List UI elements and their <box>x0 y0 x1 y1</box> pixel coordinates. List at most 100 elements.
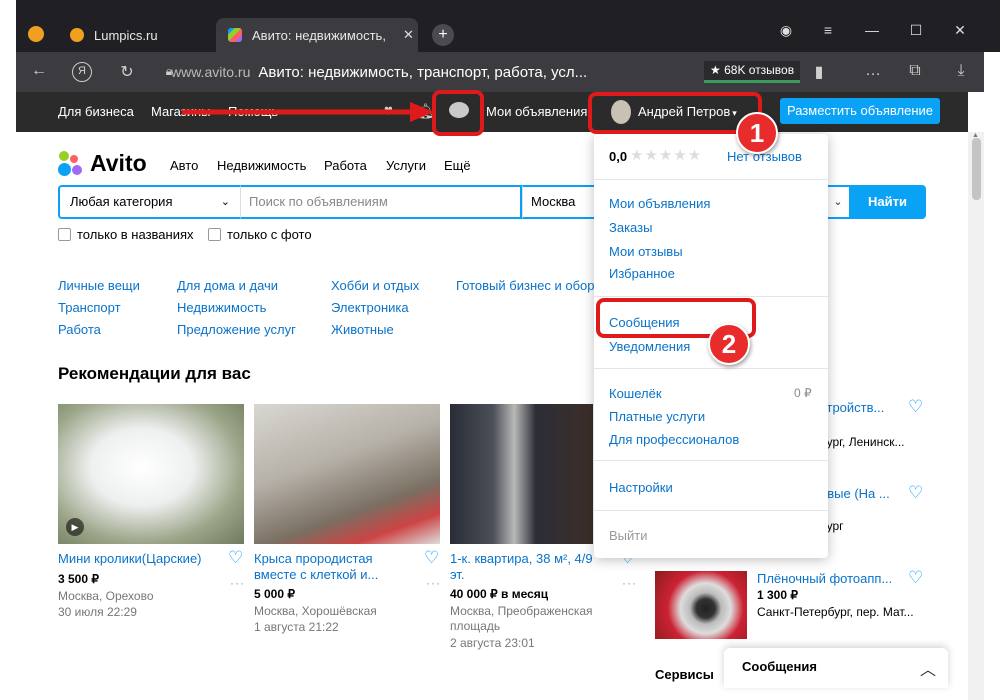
post-ad-button[interactable]: Разместить объявление <box>780 98 940 124</box>
favorite-heart-icon[interactable]: ♡ <box>228 548 243 568</box>
category-link[interactable]: Транспорт <box>58 300 121 315</box>
nav-services[interactable]: Услуги <box>386 158 426 173</box>
favorite-heart-icon[interactable]: ♡ <box>908 483 923 503</box>
messages-panel[interactable]: Сообщения ︿ <box>724 648 948 688</box>
tab-lumpics[interactable]: Lumpics.ru <box>58 18 208 52</box>
divider <box>594 510 828 511</box>
step-badge: 1 <box>736 112 778 154</box>
back-icon[interactable]: ← <box>28 62 50 80</box>
category-link[interactable]: Предложение услуг <box>177 322 296 337</box>
menu-my-ads[interactable]: Мои объявления <box>609 196 710 211</box>
nav-jobs[interactable]: Работа <box>324 158 367 173</box>
favorite-heart-icon[interactable]: ♡ <box>908 568 923 588</box>
card-price: 3 500 ₽ <box>58 572 99 586</box>
close-icon[interactable]: ✕ <box>948 22 972 39</box>
right-item-image-camera[interactable] <box>655 571 747 639</box>
collections-icon[interactable]: ⧉ <box>904 62 926 80</box>
card-image-apartment[interactable] <box>450 404 593 544</box>
messages-icon-highlight <box>432 90 484 136</box>
new-tab-button[interactable]: + <box>432 24 454 46</box>
favorite-heart-icon[interactable]: ♡ <box>424 548 439 568</box>
category-link[interactable]: Животные <box>331 322 394 337</box>
category-link[interactable]: Хобби и отдых <box>331 278 419 293</box>
reload-icon[interactable]: ↻ <box>116 62 138 82</box>
menu-for-professionals[interactable]: Для профессионалов <box>609 432 739 447</box>
right-item-title[interactable]: овые (На ... <box>820 486 890 501</box>
nav-auto[interactable]: Авто <box>170 158 198 173</box>
avito-favicon-icon <box>228 28 242 42</box>
category-link[interactable]: Готовый бизнес и обору <box>456 278 594 293</box>
card-image-rat[interactable] <box>254 404 440 544</box>
chevron-down-icon[interactable]: ⌄ <box>827 185 849 219</box>
card-location: Москва, Преображенская площадь <box>450 604 593 633</box>
card-title[interactable]: Крыса прородистая вместе с клеткой и... <box>254 551 412 583</box>
card-location: Москва, Орехово <box>58 589 154 603</box>
search-input[interactable]: Поиск по объявлениям <box>240 185 522 219</box>
category-link[interactable]: Работа <box>58 322 101 337</box>
tab-close-icon[interactable]: ✕ <box>403 27 414 43</box>
minimize-icon[interactable]: — <box>860 22 884 38</box>
tab-avito[interactable]: Авито: недвижимость, ✕ <box>216 18 418 52</box>
only-photo-checkbox[interactable]: только с фото <box>208 227 312 242</box>
menu-orders[interactable]: Заказы <box>609 220 652 235</box>
menu-notifications[interactable]: Уведомления <box>609 339 690 354</box>
tab-title: Lumpics.ru <box>94 27 158 43</box>
menu-logout[interactable]: Выйти <box>609 528 648 543</box>
card-date: 1 августа 21:22 <box>254 620 339 634</box>
card-location: Москва, Хорошёвская <box>254 604 377 618</box>
category-link[interactable]: Для дома и дачи <box>177 278 278 293</box>
menu-wallet[interactable]: Кошелёк <box>609 386 662 401</box>
category-select[interactable]: Любая категория ⌄ <box>58 185 240 219</box>
right-item-title[interactable]: Плёночный фотоапп... <box>757 571 892 586</box>
avito-logo[interactable]: Avito <box>58 150 147 177</box>
avito-topbar: Для бизнеса Магазины Помощь ♥ 🔔︎ Мои объ… <box>16 92 968 132</box>
browser-menu-orb-icon[interactable] <box>28 26 44 42</box>
more-options-icon[interactable]: ··· <box>426 576 441 590</box>
favorite-heart-icon[interactable]: ♡ <box>908 397 923 417</box>
page-scrollbar[interactable] <box>968 132 984 700</box>
find-button[interactable]: Найти <box>849 185 926 219</box>
only-titles-checkbox[interactable]: только в названиях <box>58 227 194 242</box>
menu-paid-services[interactable]: Платные услуги <box>609 409 705 424</box>
card-price: 40 000 ₽ в месяц <box>450 587 549 601</box>
checkbox-label: только с фото <box>227 227 312 242</box>
annotation-arrow <box>182 102 434 122</box>
menu-settings[interactable]: Настройки <box>609 480 673 495</box>
nav-realty[interactable]: Недвижимость <box>217 158 306 173</box>
right-item-title[interactable]: стройств... <box>820 400 884 415</box>
city-select[interactable]: Москва <box>522 185 597 219</box>
checkbox-label: только в названиях <box>77 227 194 242</box>
url-field[interactable]: www.avito.ru Авито: недвижимость, трансп… <box>171 56 691 88</box>
category-link[interactable]: Недвижимость <box>177 300 266 315</box>
menu-favorites[interactable]: Избранное <box>609 266 675 281</box>
my-ads-link[interactable]: Мои объявления <box>486 104 587 119</box>
extension-icon[interactable]: ◉ <box>774 22 798 39</box>
download-icon[interactable]: ⤓ <box>950 62 972 80</box>
card-title[interactable]: Мини кролики(Царские) <box>58 551 224 567</box>
url-domain: www.avito.ru <box>171 64 251 80</box>
more-options-icon[interactable]: ··· <box>230 576 245 590</box>
scrollbar-thumb[interactable] <box>972 138 981 200</box>
category-link[interactable]: Электроника <box>331 300 409 315</box>
reviews-badge[interactable]: ★ 68K отзывов <box>704 61 801 83</box>
category-link[interactable]: Личные вещи <box>58 278 140 293</box>
business-link[interactable]: Для бизнеса <box>58 104 134 119</box>
chat-bubble-icon[interactable] <box>449 102 469 118</box>
more-options-icon[interactable]: ··· <box>622 576 637 590</box>
bookmark-icon[interactable]: ▮ <box>808 62 830 82</box>
scroll-up-icon[interactable]: ▲ <box>972 132 979 139</box>
menu-icon[interactable]: ≡ <box>816 22 840 38</box>
nav-more[interactable]: Ещё <box>444 158 471 173</box>
tab-title: Авито: недвижимость, <box>252 27 386 43</box>
chevron-down-icon: ⌄ <box>220 196 230 208</box>
yandex-icon[interactable]: Я <box>72 62 92 82</box>
services-heading: Сервисы <box>655 667 714 682</box>
menu-my-reviews[interactable]: Мои отзывы <box>609 244 683 259</box>
url-page-title: Авито: недвижимость, транспорт, работа, … <box>258 63 588 81</box>
card-image-rabbit[interactable]: ▶ <box>58 404 244 544</box>
more-icon[interactable]: … <box>862 62 884 80</box>
chevron-up-icon[interactable]: ︿ <box>920 656 936 680</box>
card-title[interactable]: 1-к. квартира, 38 м², 4/9 эт. <box>450 551 600 583</box>
divider <box>594 460 828 461</box>
maximize-icon[interactable]: ☐ <box>904 22 928 39</box>
